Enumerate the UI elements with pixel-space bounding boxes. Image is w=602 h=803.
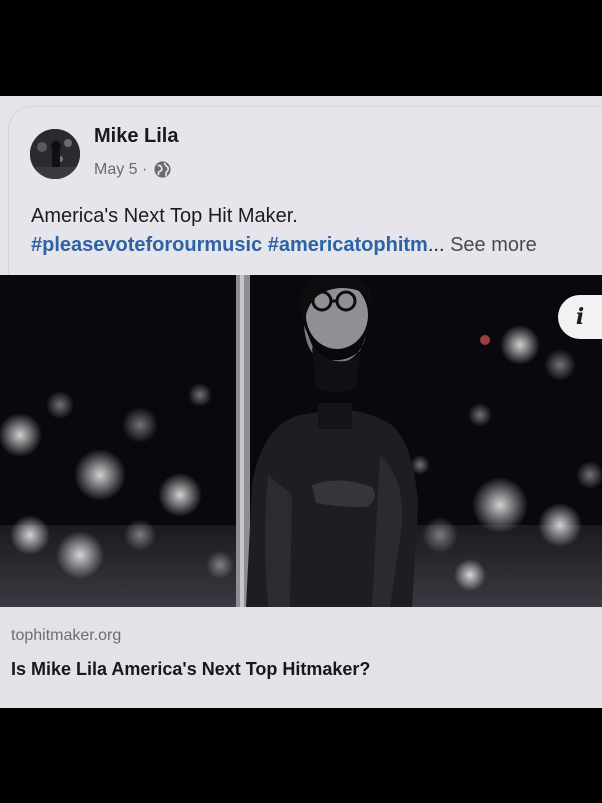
- hashtag-link[interactable]: #americatophitm: [268, 234, 428, 256]
- post-date[interactable]: May 5: [94, 161, 138, 179]
- avatar-image: [30, 129, 80, 179]
- hashtag-link[interactable]: #pleasevoteforourmusic: [31, 234, 262, 256]
- post-photo[interactable]: i: [0, 275, 602, 607]
- post-text: America's Next Top Hit Maker.: [31, 205, 298, 227]
- avatar[interactable]: [30, 129, 80, 179]
- post-meta: May 5 ·: [94, 160, 172, 179]
- info-icon: i: [575, 304, 585, 330]
- night-portrait-image: [0, 275, 602, 607]
- link-domain: tophitmaker.org: [11, 627, 122, 644]
- link-preview[interactable]: tophitmaker.org Is Mike Lila America's N…: [0, 607, 602, 708]
- post-frame: Mike Lila May 5 · America's Next Top Hit…: [0, 96, 602, 708]
- meta-separator: ·: [142, 160, 148, 178]
- truncation-ellipsis: ...: [427, 234, 445, 256]
- post-hashtags: #pleasevoteforourmusic #americatophitm..…: [31, 231, 537, 260]
- author-name[interactable]: Mike Lila: [94, 125, 178, 148]
- see-more-link[interactable]: See more: [450, 234, 537, 256]
- post-header: Mike Lila May 5 · America's Next Top Hit…: [8, 106, 602, 277]
- link-headline[interactable]: Is Mike Lila America's Next Top Hitmaker…: [11, 659, 370, 680]
- info-button[interactable]: i: [558, 295, 602, 339]
- globe-icon[interactable]: [153, 160, 172, 179]
